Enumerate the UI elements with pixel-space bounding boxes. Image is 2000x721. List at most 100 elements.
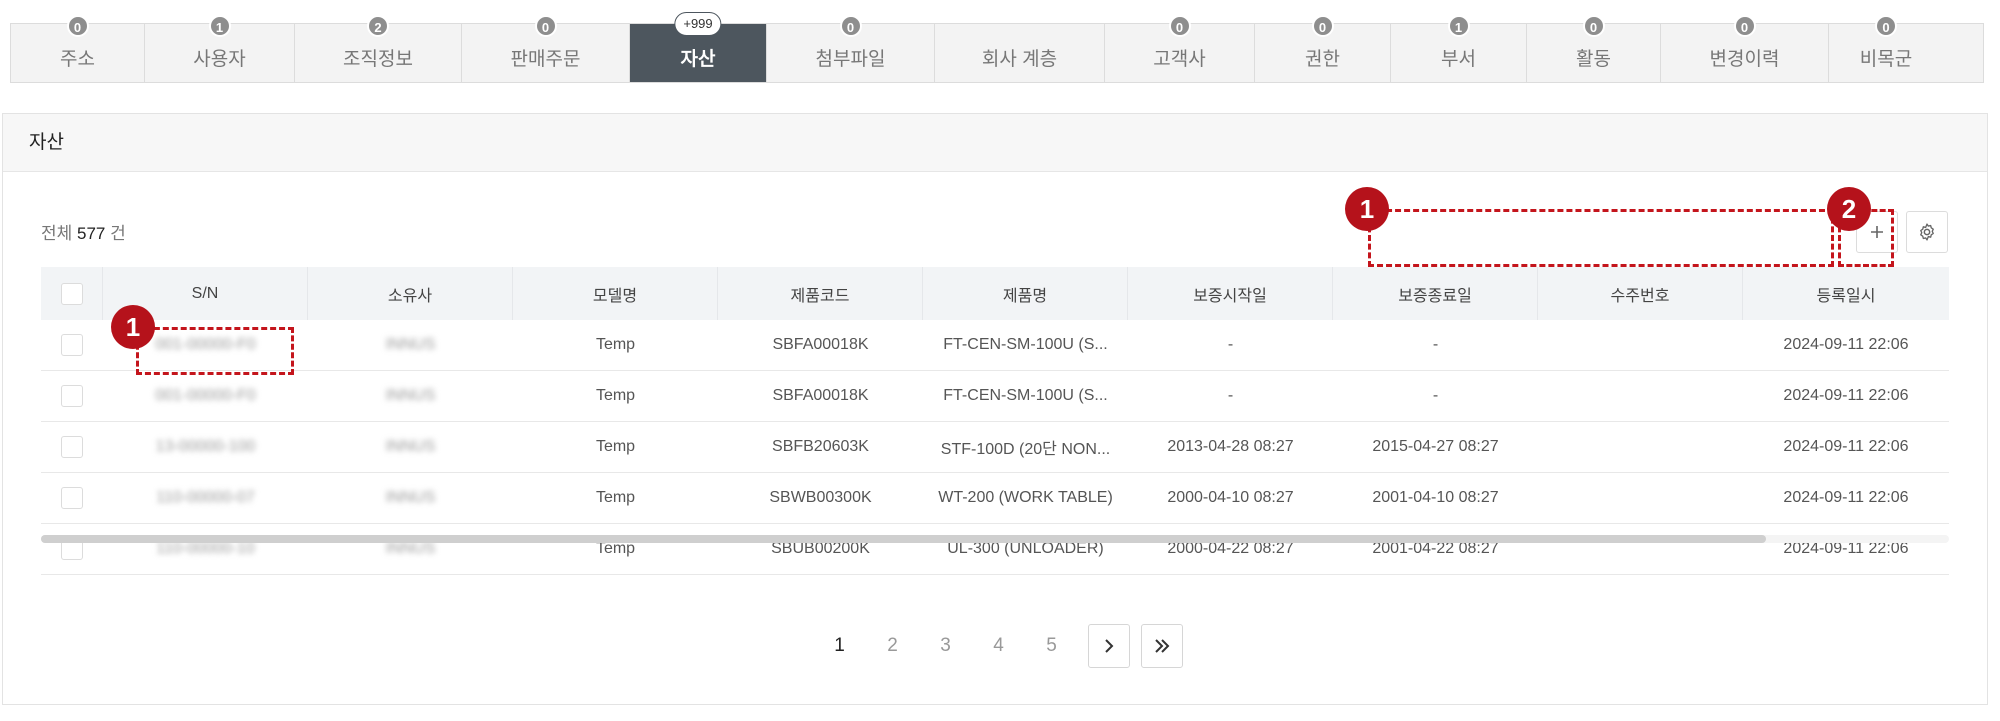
row-select-cell: [41, 371, 103, 421]
tab-11[interactable]: 0 활동: [1527, 15, 1661, 82]
tab-count-badge: 0: [1582, 15, 1605, 37]
last-page-button[interactable]: [1141, 624, 1183, 668]
row-select-cell: [41, 422, 103, 472]
cell-owner: INNUS: [385, 489, 436, 506]
select-all-cell: [41, 267, 103, 320]
column-header[interactable]: 소유사: [308, 267, 513, 320]
next-page-button[interactable]: [1088, 624, 1130, 668]
tab-label: 비목군: [1859, 48, 1913, 70]
column-header[interactable]: 수주번호: [1538, 267, 1743, 320]
pagination: 12345: [813, 624, 1194, 668]
cell-model: Temp: [595, 387, 636, 404]
tab-count-badge: 1: [1447, 15, 1470, 37]
tab-label: 회사 계층: [981, 48, 1058, 70]
page-2-link[interactable]: 2: [866, 635, 919, 657]
table-row[interactable]: 13-00000-100 INNUS Temp SBFB20603K STF-100D …: [41, 422, 1949, 473]
total-count: 전체 577 건: [41, 224, 126, 243]
row-checkbox[interactable]: [61, 487, 83, 509]
cell-sn[interactable]: 110-00000-10: [103, 524, 308, 574]
cell-model: Temp: [595, 336, 636, 353]
cell-warranty-end: -: [1432, 336, 1439, 353]
tab-5[interactable]: +999 자산: [630, 12, 767, 82]
tab-6[interactable]: 0 첨부파일: [767, 15, 935, 82]
row-select-cell: [41, 524, 103, 574]
select-all-checkbox[interactable]: [60, 282, 83, 305]
tab-count-badge: +999: [674, 12, 722, 36]
table-row[interactable]: 001-00000-F0 INNUS Temp SBFA00018K FT-CEN-SM…: [41, 371, 1949, 422]
horizontal-scrollbar[interactable]: [41, 535, 1949, 543]
cell-warranty-end: 2015-04-27 08:27: [1372, 438, 1499, 455]
cell-warranty-start: 2000-04-22 08:27: [1167, 540, 1294, 557]
page-5-link[interactable]: 5: [1025, 635, 1078, 657]
column-header[interactable]: 제품명: [923, 267, 1128, 320]
tab-13[interactable]: 0 비목군: [1829, 15, 1943, 82]
page-4-link[interactable]: 4: [972, 635, 1025, 657]
row-checkbox[interactable]: [61, 436, 83, 458]
tab-10[interactable]: 1 부서: [1391, 15, 1527, 82]
column-header[interactable]: 모델명: [513, 267, 718, 320]
cell-order-no: [1538, 524, 1743, 574]
tab-count-badge: 0: [839, 15, 862, 37]
column-header[interactable]: 보증종료일: [1333, 267, 1538, 320]
cell-registered: 2024-09-11 22:06: [1783, 438, 1909, 455]
cell-registered: 2024-09-11 22:06: [1783, 489, 1909, 506]
tab-8[interactable]: 0 고객사: [1105, 15, 1255, 82]
cell-warranty-start: -: [1227, 336, 1234, 353]
cell-name: FT-CEN-SM-100U (S...: [943, 387, 1108, 404]
tab-label: 권한: [1305, 48, 1340, 70]
row-checkbox[interactable]: [61, 334, 83, 356]
column-header[interactable]: 제품코드: [718, 267, 923, 320]
tab-1[interactable]: 0 주소: [11, 15, 145, 82]
cell-model: Temp: [595, 489, 636, 506]
table-row[interactable]: 001-00000-F0 INNUS Temp SBFA00018K FT-CEN-SM…: [41, 320, 1949, 371]
cell-name: FT-CEN-SM-100U (S...: [943, 336, 1108, 353]
table-row[interactable]: 110-00000-10 INNUS Temp SBUB00200K UL-300 (U…: [41, 524, 1949, 575]
tab-12[interactable]: 0 변경이력: [1661, 15, 1829, 82]
gear-icon: [1920, 223, 1934, 241]
row-checkbox[interactable]: [61, 385, 83, 407]
cell-warranty-start: 2000-04-10 08:27: [1167, 489, 1294, 506]
cell-model: Temp: [595, 540, 636, 557]
tab-count-badge: 1: [208, 15, 231, 37]
annotation-marker-2: 2: [1827, 187, 1871, 231]
cell-warranty-end: 2001-04-10 08:27: [1372, 489, 1499, 506]
cell-sn[interactable]: 13-00000-100: [103, 422, 308, 472]
tab-count-badge: 0: [1168, 15, 1191, 37]
tab-3[interactable]: 2 조직정보: [295, 15, 462, 82]
cell-order-no: [1538, 371, 1743, 421]
page-1-link[interactable]: 1: [813, 635, 866, 657]
column-header[interactable]: 등록일시: [1743, 267, 1949, 320]
cell-sn[interactable]: 110-00000-07: [103, 473, 308, 523]
tab-count-badge: 2: [367, 15, 389, 37]
column-header[interactable]: 보증시작일: [1128, 267, 1333, 320]
settings-button[interactable]: [1906, 211, 1948, 253]
cell-owner: INNUS: [385, 540, 436, 557]
tab-label: 부서: [1441, 48, 1476, 70]
tab-9[interactable]: 0 권한: [1255, 15, 1391, 82]
cell-warranty-end: 2001-04-22 08:27: [1372, 540, 1499, 557]
tab-7[interactable]: 회사 계층: [935, 24, 1105, 82]
tab-bar: 0 주소 1 사용자 2 조직정보 0 판매주문 +999 자산 0 첨부파일 회사 계층 0 고객사 0 권한…: [10, 12, 1984, 83]
annotation-box-1-sn: [136, 327, 294, 375]
cell-owner: INNUS: [385, 387, 436, 404]
tab-count-badge: 0: [1875, 15, 1897, 37]
cell-name: STF-100D (20단 NON...: [940, 441, 1111, 458]
cell-warranty-start: -: [1227, 387, 1234, 404]
table-row[interactable]: 110-00000-07 INNUS Temp SBWB00300K WT-200 (W…: [41, 473, 1949, 524]
tab-label: 첨부파일: [815, 48, 886, 70]
tab-4[interactable]: 0 판매주문: [462, 15, 630, 82]
chevron-right-icon: [1105, 639, 1114, 653]
tab-count-badge: 0: [66, 15, 89, 37]
tab-label: 자산: [680, 48, 716, 70]
cell-sn[interactable]: 001-00000-F0: [103, 371, 308, 421]
cell-order-no: [1538, 473, 1743, 523]
cell-order-no: [1538, 320, 1743, 370]
cell-name: UL-300 (UNLOADER): [947, 540, 1104, 557]
scrollbar-thumb[interactable]: [41, 535, 1766, 543]
tab-2[interactable]: 1 사용자: [145, 15, 295, 82]
page-3-link[interactable]: 3: [919, 635, 972, 657]
total-count-value: 577: [77, 224, 106, 243]
row-select-cell: [41, 473, 103, 523]
tab-label: 조직정보: [343, 48, 413, 70]
asset-panel: 자산 전체 577 건 S/N 소유사 모델명 제품코드 제품명 보증시작일 보증종료일 수주…: [2, 113, 1988, 705]
